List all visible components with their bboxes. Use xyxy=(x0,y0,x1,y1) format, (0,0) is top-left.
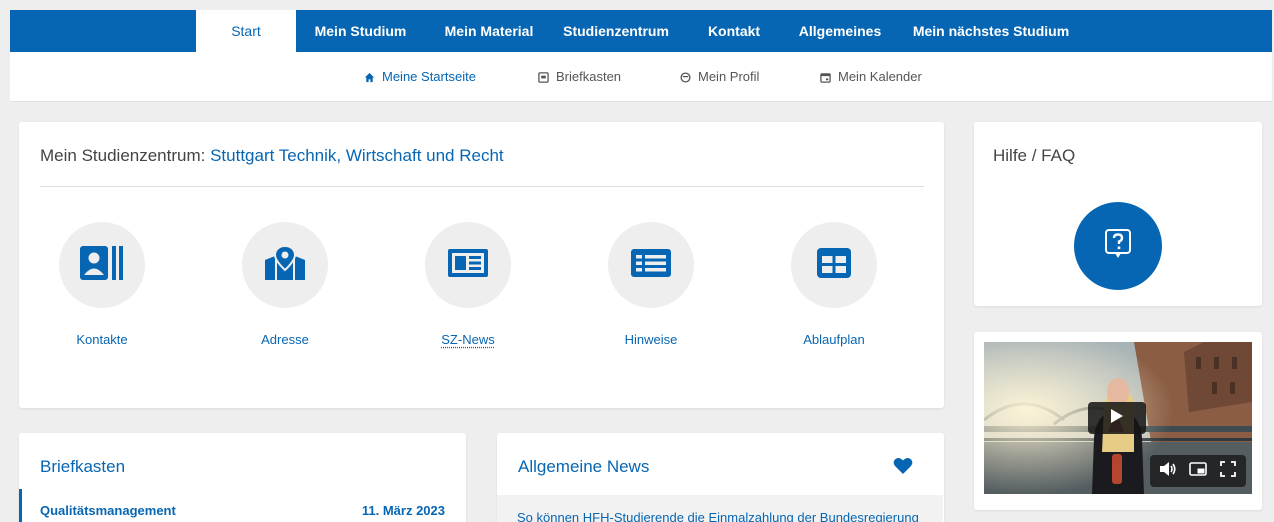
divider xyxy=(40,186,924,187)
tile-ablaufplan[interactable]: Ablaufplan xyxy=(769,222,899,347)
tab-studienzentrum[interactable]: Studienzentrum xyxy=(554,10,678,52)
briefkasten-card: Briefkasten Qualitätsmanagement 11. März… xyxy=(19,433,466,522)
subnav-meine-startseite[interactable]: Meine Startseite xyxy=(364,52,476,102)
heart-icon[interactable] xyxy=(893,457,913,480)
tab-mein-material[interactable]: Mein Material xyxy=(428,10,550,52)
newspaper-icon xyxy=(448,249,488,282)
tile-label: Adresse xyxy=(220,332,350,347)
pip-button[interactable] xyxy=(1186,457,1210,485)
video-card xyxy=(974,332,1262,510)
home-icon xyxy=(364,72,375,83)
help-title: Hilfe / FAQ xyxy=(993,146,1075,166)
fullscreen-button[interactable] xyxy=(1216,457,1240,485)
mailbox-icon xyxy=(538,72,549,83)
sub-navigation: Meine Startseite Briefkasten Mein Profil… xyxy=(10,52,1272,102)
help-button[interactable] xyxy=(1074,202,1162,290)
map-pin-icon xyxy=(265,246,305,285)
profile-icon xyxy=(680,72,691,83)
tile-sz-news[interactable]: SZ-News xyxy=(403,222,533,347)
notes-list-icon xyxy=(631,249,671,282)
tab-allgemeines[interactable]: Allgemeines xyxy=(790,10,890,52)
contact-card-icon xyxy=(80,246,124,285)
news-title[interactable]: Allgemeine News xyxy=(518,457,649,477)
main-navigation: Start Mein Studium Mein Material Studien… xyxy=(10,10,1272,52)
tab-start[interactable]: Start xyxy=(196,10,296,52)
subnav-label: Meine Startseite xyxy=(382,52,476,102)
tile-circle xyxy=(608,222,694,308)
question-icon xyxy=(1105,229,1131,264)
calendar-icon xyxy=(820,72,831,83)
tile-circle xyxy=(425,222,511,308)
mail-date: 11. März 2023 xyxy=(362,503,445,518)
fullscreen-icon xyxy=(1220,461,1236,482)
news-card: Allgemeine News So können HFH-Studierend… xyxy=(497,433,944,522)
tile-adresse[interactable]: Adresse xyxy=(220,222,350,347)
video-player[interactable] xyxy=(984,342,1252,494)
tile-hinweise[interactable]: Hinweise xyxy=(586,222,716,347)
subnav-label: Briefkasten xyxy=(556,52,621,102)
subnav-mein-kalender[interactable]: Mein Kalender xyxy=(820,52,922,102)
volume-button[interactable] xyxy=(1156,457,1180,485)
studienzentrum-link[interactable]: Stuttgart Technik, Wirtschaft und Recht xyxy=(210,146,504,165)
news-item[interactable]: So können HFH-Studierende die Einmalzahl… xyxy=(517,510,919,522)
tab-mein-naechstes-studium[interactable]: Mein nächstes Studium xyxy=(906,10,1076,52)
studienzentrum-card: Mein Studienzentrum: Stuttgart Technik, … xyxy=(19,122,944,408)
play-button[interactable] xyxy=(1088,402,1146,434)
tile-label: Ablaufplan xyxy=(769,332,899,347)
tile-circle xyxy=(791,222,877,308)
tile-label: Hinweise xyxy=(586,332,716,347)
studienzentrum-title: Mein Studienzentrum: Stuttgart Technik, … xyxy=(40,146,504,166)
tile-kontakte[interactable]: Kontakte xyxy=(37,222,167,347)
tile-circle xyxy=(59,222,145,308)
mail-subject: Qualitätsmanagement xyxy=(40,503,176,518)
subnav-mein-profil[interactable]: Mein Profil xyxy=(680,52,759,102)
studienzentrum-prefix: Mein Studienzentrum: xyxy=(40,146,210,165)
volume-icon xyxy=(1159,461,1177,482)
subnav-label: Mein Profil xyxy=(698,52,759,102)
play-icon xyxy=(1110,408,1124,429)
briefkasten-title[interactable]: Briefkasten xyxy=(40,457,125,477)
tile-circle xyxy=(242,222,328,308)
tile-label: SZ-News xyxy=(403,332,533,347)
tile-label: Kontakte xyxy=(37,332,167,347)
tab-kontakt[interactable]: Kontakt xyxy=(694,10,774,52)
picture-in-picture-icon xyxy=(1189,462,1207,481)
mail-row[interactable]: Qualitätsmanagement 11. März 2023 xyxy=(19,489,465,522)
grid-plan-icon xyxy=(817,248,851,283)
subnav-label: Mein Kalender xyxy=(838,52,922,102)
help-card: Hilfe / FAQ xyxy=(974,122,1262,306)
subnav-briefkasten[interactable]: Briefkasten xyxy=(538,52,621,102)
tab-mein-studium[interactable]: Mein Studium xyxy=(303,10,418,52)
